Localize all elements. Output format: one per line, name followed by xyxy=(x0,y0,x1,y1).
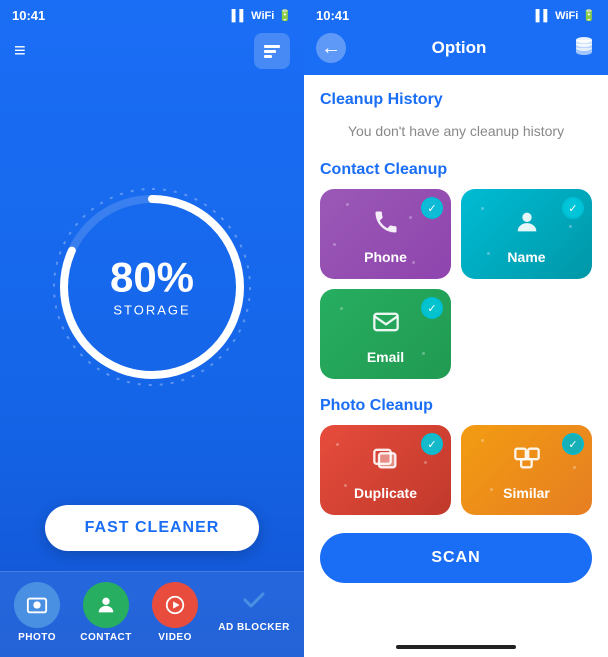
right-header: ← Option xyxy=(304,27,608,75)
right-status-bar: 10:41 ▌▌ WiFi 🔋 xyxy=(304,0,608,27)
photo-label: PHOTO xyxy=(18,632,56,643)
right-battery-icon: 🔋 xyxy=(582,9,596,22)
right-content: Cleanup History You don't have any clean… xyxy=(304,75,608,639)
similar-check: ✓ xyxy=(562,433,584,455)
photo-icon-circle xyxy=(14,582,60,628)
hamburger-icon[interactable]: ≡ xyxy=(14,41,26,61)
name-label: Name xyxy=(507,249,545,265)
right-time: 10:41 xyxy=(316,8,349,23)
right-wifi-icon: WiFi xyxy=(555,10,578,22)
app-icon[interactable] xyxy=(254,33,290,69)
nav-item-photo[interactable]: PHOTO xyxy=(14,582,60,643)
left-time: 10:41 xyxy=(12,8,45,23)
email-label: Email xyxy=(367,349,404,365)
email-card[interactable]: ✓ Email xyxy=(320,289,451,379)
right-signal-icon: ▌▌ xyxy=(536,10,552,22)
left-bottom-nav: PHOTO CONTACT VIDEO xyxy=(0,571,304,657)
contact-label: CONTACT xyxy=(80,632,132,643)
similar-icon xyxy=(513,444,541,479)
video-label: VIDEO xyxy=(158,632,192,643)
cleanup-history-empty: You don't have any cleanup history xyxy=(320,119,592,143)
phone-icon xyxy=(372,208,400,243)
left-panel: 10:41 ▌▌ WiFi 🔋 ≡ xyxy=(0,0,304,657)
duplicate-label: Duplicate xyxy=(354,485,417,501)
phone-label: Phone xyxy=(364,249,407,265)
storage-percent: 80% xyxy=(110,257,194,299)
name-icon xyxy=(513,208,541,243)
contact-cleanup-grid: ✓ Phone ✓ xyxy=(320,189,592,379)
photo-cleanup-title: Photo Cleanup xyxy=(320,397,592,415)
duplicate-check: ✓ xyxy=(421,433,443,455)
battery-icon: 🔋 xyxy=(278,9,292,22)
wifi-icon: WiFi xyxy=(251,10,274,22)
similar-label: Similar xyxy=(503,485,550,501)
email-icon xyxy=(372,308,400,343)
fast-cleaner-button[interactable]: FAST CLEANER xyxy=(45,505,260,551)
nav-item-contact[interactable]: CONTACT xyxy=(80,582,132,643)
right-status-icons: ▌▌ WiFi 🔋 xyxy=(536,9,596,22)
contact-cleanup-title: Contact Cleanup xyxy=(320,161,592,179)
back-button[interactable]: ← xyxy=(316,33,346,63)
duplicate-card[interactable]: ✓ Duplicate xyxy=(320,425,451,515)
adblocker-icon xyxy=(236,582,272,618)
nav-item-video[interactable]: VIDEO xyxy=(152,582,198,643)
nav-item-adblocker[interactable]: AD BLOCKER xyxy=(218,582,290,643)
left-status-bar: 10:41 ▌▌ WiFi 🔋 xyxy=(0,0,304,27)
left-status-icons: ▌▌ WiFi 🔋 xyxy=(232,9,292,22)
phone-check: ✓ xyxy=(421,197,443,219)
scan-button[interactable]: SCAN xyxy=(320,533,592,583)
cleanup-history-title: Cleanup History xyxy=(320,91,592,109)
adblocker-label: AD BLOCKER xyxy=(218,622,290,633)
right-panel: 10:41 ▌▌ WiFi 🔋 ← Option Cleanup History… xyxy=(304,0,608,657)
photo-cleanup-grid: ✓ Duplicate ✓ xyxy=(320,425,592,515)
database-icon[interactable] xyxy=(572,34,596,63)
duplicate-icon xyxy=(372,444,400,479)
circle-text: 80% STORAGE xyxy=(110,257,194,318)
right-title: Option xyxy=(354,38,564,58)
phone-card[interactable]: ✓ Phone xyxy=(320,189,451,279)
home-indicator xyxy=(396,645,516,649)
storage-circle-container: 80% STORAGE xyxy=(0,69,304,505)
email-check: ✓ xyxy=(421,297,443,319)
contact-icon-circle xyxy=(83,582,129,628)
name-check: ✓ xyxy=(562,197,584,219)
video-icon-circle xyxy=(152,582,198,628)
similar-card[interactable]: ✓ Similar xyxy=(461,425,592,515)
signal-icon: ▌▌ xyxy=(232,10,248,22)
storage-label: STORAGE xyxy=(110,303,194,318)
storage-circle: 80% STORAGE xyxy=(47,182,257,392)
name-card[interactable]: ✓ Name xyxy=(461,189,592,279)
